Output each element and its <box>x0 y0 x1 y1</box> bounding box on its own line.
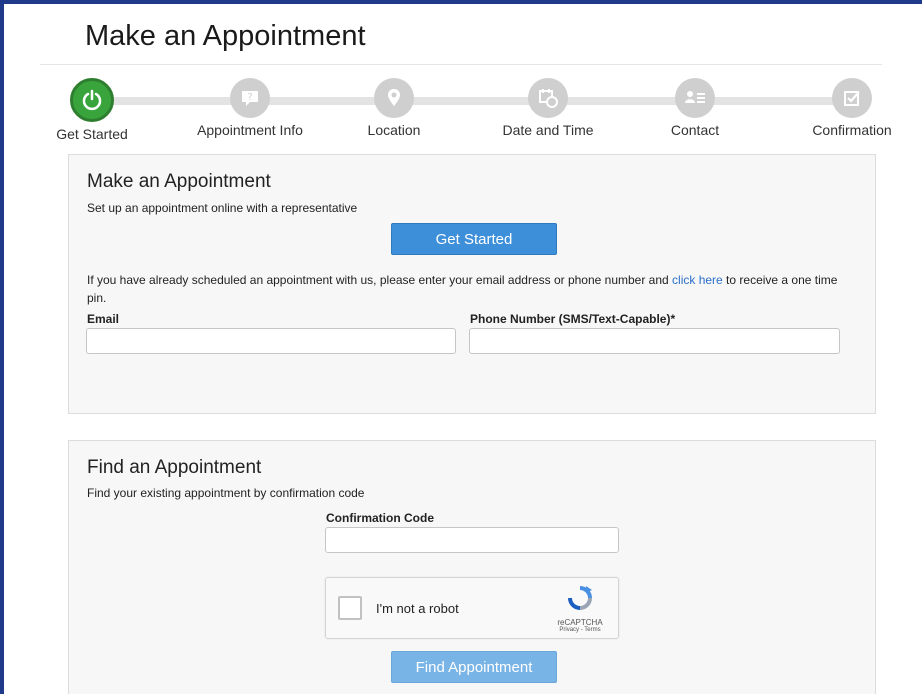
question-icon: ? <box>230 78 270 118</box>
step-confirmation[interactable]: Confirmation <box>782 78 922 138</box>
step-label: Confirmation <box>812 122 892 138</box>
recaptcha-label: I'm not a robot <box>376 601 459 616</box>
page-title: Make an Appointment <box>85 20 366 52</box>
phone-label: Phone Number (SMS/Text-Capable)* <box>470 312 676 326</box>
step-label: Contact <box>670 122 720 138</box>
confirmation-code-label: Confirmation Code <box>326 511 434 525</box>
step-label: Appointment Info <box>197 122 303 138</box>
window-frame-top <box>0 0 922 4</box>
step-contact[interactable]: Contact <box>625 78 765 138</box>
recaptcha-logo: reCAPTCHA Privacy - Terms <box>554 585 606 633</box>
step-label: Get Started <box>56 126 128 142</box>
title-divider <box>40 64 882 65</box>
step-label: Date and Time <box>502 122 594 138</box>
recaptcha-links[interactable]: Privacy - Terms <box>554 627 606 633</box>
step-label: Location <box>367 122 421 138</box>
existing-appointment-info: If you have already scheduled an appoint… <box>87 271 847 307</box>
step-date-and-time[interactable]: Date and Time <box>478 78 618 138</box>
get-started-button[interactable]: Get Started <box>391 223 557 255</box>
recaptcha-brand: reCAPTCHA <box>557 618 603 627</box>
email-label: Email <box>87 312 120 326</box>
step-location[interactable]: Location <box>324 78 464 138</box>
email-field[interactable] <box>86 328 456 354</box>
recaptcha-checkbox[interactable] <box>338 596 362 620</box>
find-appointment-button[interactable]: Find Appointment <box>391 651 557 683</box>
make-appointment-heading: Make an Appointment <box>87 171 271 192</box>
recaptcha-icon <box>566 586 594 615</box>
recaptcha-widget: I'm not a robot reCAPTCHA Privacy - Term… <box>325 577 619 639</box>
calendar-clock-icon <box>528 78 568 118</box>
svg-text:?: ? <box>247 92 252 103</box>
click-here-link[interactable]: click here <box>672 273 723 287</box>
make-appointment-panel: Make an Appointment Set up an appointmen… <box>68 154 876 414</box>
info-text-before: If you have already scheduled an appoint… <box>87 273 673 287</box>
contact-card-icon <box>675 78 715 118</box>
find-appointment-subtitle: Find your existing appointment by confir… <box>87 486 365 500</box>
power-icon <box>70 78 114 122</box>
step-get-started[interactable]: Get Started <box>22 78 162 142</box>
confirmation-code-field[interactable] <box>325 527 619 553</box>
location-pin-icon <box>374 78 414 118</box>
phone-field[interactable] <box>469 328 840 354</box>
find-appointment-heading: Find an Appointment <box>87 457 262 478</box>
checkbox-icon <box>832 78 872 118</box>
make-appointment-subtitle: Set up an appointment online with a repr… <box>87 201 358 215</box>
step-appointment-info[interactable]: ? Appointment Info <box>180 78 320 138</box>
find-appointment-panel: Find an Appointment Find your existing a… <box>68 440 876 694</box>
window-frame-left <box>0 0 4 694</box>
